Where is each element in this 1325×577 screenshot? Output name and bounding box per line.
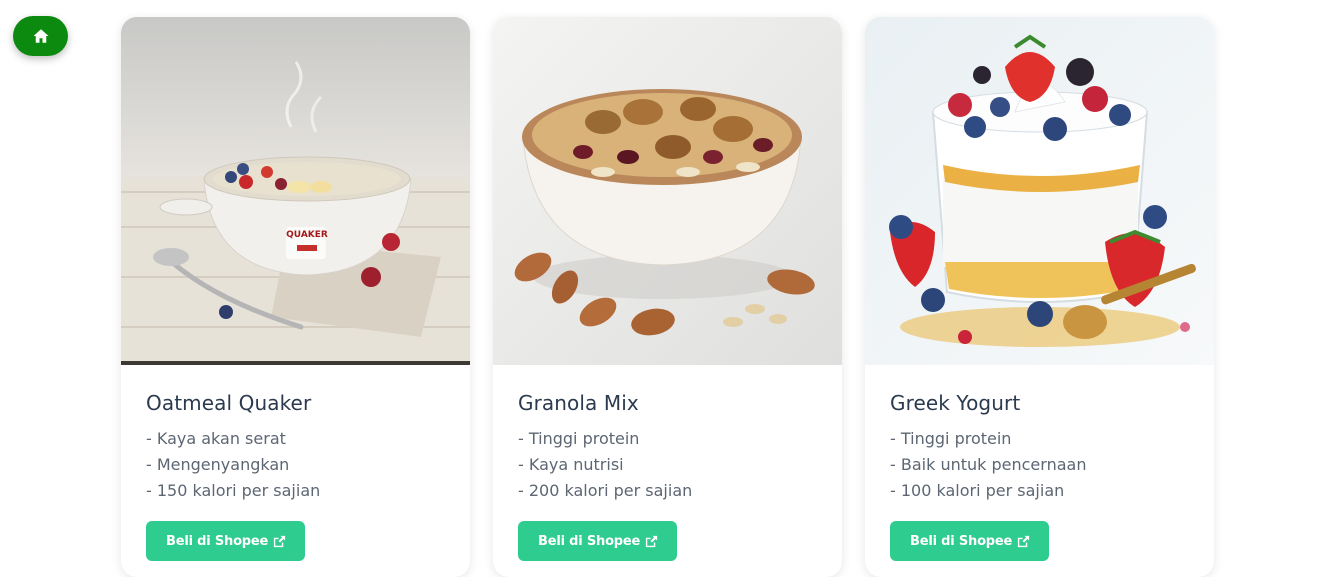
external-link-icon [646,535,658,547]
oatmeal-bowl-image: QUAKER [121,17,470,365]
buy-shopee-button[interactable]: Beli di Shopee [890,521,1050,561]
product-feature: - Mengenyangkan [146,455,290,474]
product-title: Oatmeal Quaker [146,391,312,415]
buy-button-label: Beli di Shopee [910,533,1013,549]
product-feature: - 200 kalori per sajian [518,481,693,500]
product-feature: - Tinggi protein [518,429,640,448]
product-title: Greek Yogurt [890,391,1021,415]
product-card-greek-yogurt: Greek Yogurt - Tinggi protein - Baik unt… [865,17,1214,577]
quaker-brand-label: QUAKER [286,230,328,240]
product-card-granola: Granola Mix - Tinggi protein - Kaya nutr… [493,17,842,577]
home-button[interactable] [13,16,68,56]
buy-button-label: Beli di Shopee [166,533,269,549]
granola-bowl-image [493,17,842,365]
product-feature: - Kaya akan serat [146,429,286,448]
external-link-icon [1018,535,1030,547]
product-feature: - Kaya nutrisi [518,455,624,474]
product-feature: - Baik untuk pencernaan [890,455,1087,474]
buy-shopee-button[interactable]: Beli di Shopee [518,521,678,561]
product-title: Granola Mix [518,391,639,415]
product-feature: - 150 kalori per sajian [146,481,321,500]
product-feature: - Tinggi protein [890,429,1012,448]
greek-yogurt-image [865,17,1214,365]
product-feature: - 100 kalori per sajian [890,481,1065,500]
home-icon [33,29,48,43]
product-card-oatmeal: QUAKER Oatmeal Quaker - Kaya akan serat … [121,17,470,577]
buy-shopee-button[interactable]: Beli di Shopee [146,521,306,561]
buy-button-label: Beli di Shopee [538,533,641,549]
external-link-icon [274,535,286,547]
